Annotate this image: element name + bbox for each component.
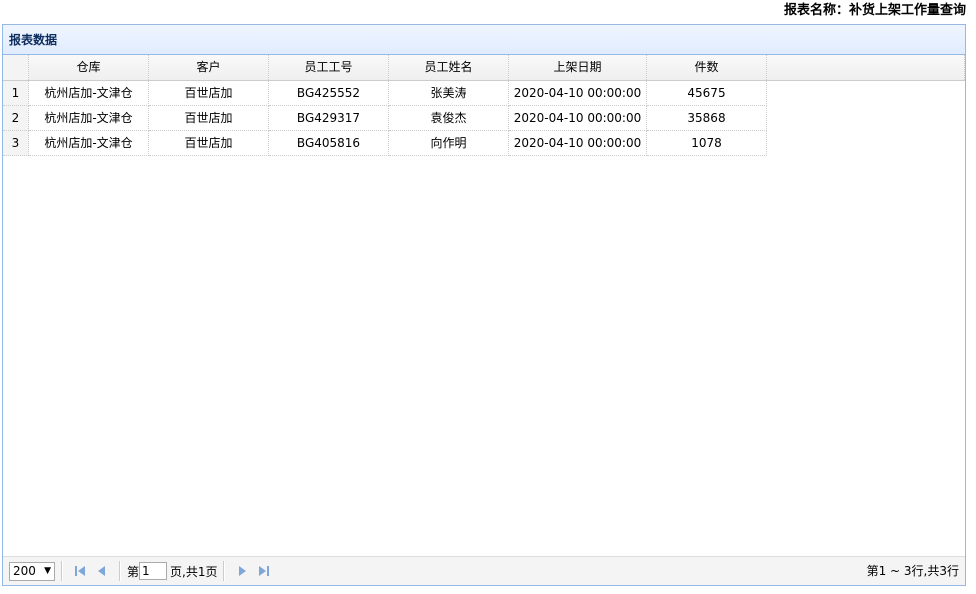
cell-quantity: 1078 bbox=[647, 131, 767, 156]
cell-quantity: 35868 bbox=[647, 106, 767, 131]
page-size-select[interactable]: 200 ▼ bbox=[9, 561, 55, 581]
pagination-bar: 200 ▼ 第 页,共1页 第1 ~ 3行,共3行 bbox=[3, 556, 965, 585]
cell-employee-name: 袁俊杰 bbox=[389, 106, 509, 131]
separator bbox=[223, 561, 226, 581]
report-title: 报表名称：补货上架工作量查询 bbox=[783, 3, 966, 18]
table-row[interactable]: 2 杭州店加-文津仓 百世店加 BG429317 袁俊杰 2020-04-10 … bbox=[3, 106, 965, 131]
separator bbox=[119, 561, 121, 581]
cell-shelve-date: 2020-04-10 00:00:00 bbox=[509, 106, 647, 131]
cell-employee-id: BG429317 bbox=[269, 106, 389, 131]
page-prefix: 第 bbox=[127, 564, 140, 579]
page-total: 页,共1页 bbox=[170, 564, 218, 579]
next-page-button[interactable] bbox=[231, 561, 253, 581]
prev-page-icon bbox=[98, 566, 105, 576]
table-row[interactable]: 1 杭州店加-文津仓 百世店加 BG425552 张美涛 2020-04-10 … bbox=[3, 81, 965, 106]
first-page-button[interactable] bbox=[69, 561, 91, 581]
cell-warehouse: 杭州店加-文津仓 bbox=[29, 81, 149, 106]
cell-customer: 百世店加 bbox=[149, 81, 269, 106]
grid-header: 仓库 客户 员工工号 员工姓名 上架日期 件数 bbox=[3, 55, 965, 81]
last-page-icon bbox=[259, 566, 270, 576]
table-row[interactable]: 3 杭州店加-文津仓 百世店加 BG405816 向作明 2020-04-10 … bbox=[3, 131, 965, 156]
column-header-employee-id[interactable]: 员工工号 bbox=[269, 55, 389, 80]
cell-employee-id: BG405816 bbox=[269, 131, 389, 156]
prev-page-button[interactable] bbox=[91, 561, 113, 581]
cell-warehouse: 杭州店加-文津仓 bbox=[29, 131, 149, 156]
cell-shelve-date: 2020-04-10 00:00:00 bbox=[509, 81, 647, 106]
page-number-input[interactable] bbox=[139, 562, 168, 580]
chevron-down-icon: ▼ bbox=[44, 566, 51, 576]
report-panel: 报表数据 仓库 客户 员工工号 员工姓名 上架日期 件数 1 杭州店加-文津仓 … bbox=[2, 24, 966, 586]
row-number: 3 bbox=[3, 131, 29, 156]
column-header-shelve-date[interactable]: 上架日期 bbox=[509, 55, 647, 80]
cell-employee-name: 向作明 bbox=[389, 131, 509, 156]
cell-customer: 百世店加 bbox=[149, 106, 269, 131]
cell-employee-id: BG425552 bbox=[269, 81, 389, 106]
next-page-icon bbox=[239, 566, 247, 576]
cell-employee-name: 张美涛 bbox=[389, 81, 509, 106]
first-page-icon bbox=[75, 566, 85, 576]
row-number-header bbox=[3, 55, 29, 80]
cell-warehouse: 杭州店加-文津仓 bbox=[29, 106, 149, 131]
cell-shelve-date: 2020-04-10 00:00:00 bbox=[509, 131, 647, 156]
last-page-button[interactable] bbox=[253, 561, 275, 581]
row-number: 1 bbox=[3, 81, 29, 106]
column-header-customer[interactable]: 客户 bbox=[149, 55, 269, 80]
separator bbox=[61, 561, 63, 581]
cell-customer: 百世店加 bbox=[149, 131, 269, 156]
column-header-employee-name[interactable]: 员工姓名 bbox=[389, 55, 509, 80]
cell-quantity: 45675 bbox=[647, 81, 767, 106]
panel-title: 报表数据 bbox=[3, 25, 965, 55]
column-header-quantity[interactable]: 件数 bbox=[647, 55, 767, 80]
pagination-info: 第1 ~ 3行,共3行 bbox=[866, 564, 959, 578]
page-size-value: 200 bbox=[13, 564, 36, 578]
row-number: 2 bbox=[3, 106, 29, 131]
header-filler bbox=[767, 55, 965, 80]
column-header-warehouse[interactable]: 仓库 bbox=[29, 55, 149, 80]
